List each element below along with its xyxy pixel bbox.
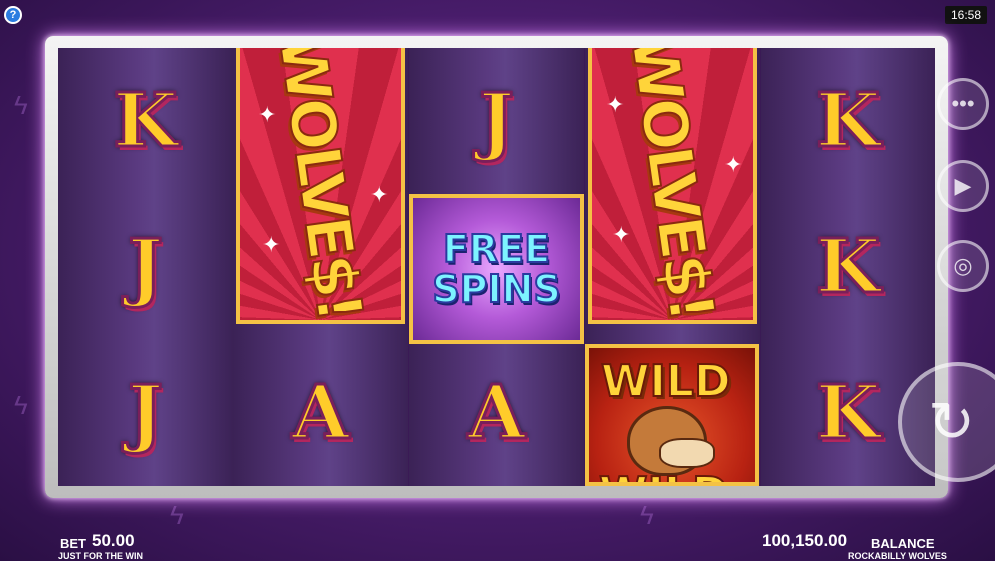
chip-icon: ◎ bbox=[953, 253, 973, 278]
symbol-j: J bbox=[477, 77, 515, 166]
symbol-cell: J bbox=[58, 194, 233, 340]
wild-text: WILD bbox=[600, 355, 731, 408]
free-text: FREE bbox=[442, 227, 551, 271]
reel-1: K J J bbox=[58, 48, 233, 486]
symbol-k: K bbox=[814, 77, 881, 166]
symbol-j: J bbox=[126, 369, 164, 458]
bet-settings-button[interactable]: ◎ bbox=[937, 240, 989, 292]
sparkle-icon: ✦ bbox=[612, 222, 631, 247]
background-lightning-icon: ϟ bbox=[14, 390, 28, 420]
sparkle-icon: ✦ bbox=[724, 152, 743, 177]
autoplay-button[interactable]: ▶ bbox=[937, 160, 989, 212]
symbol-j: J bbox=[126, 223, 164, 312]
reel-2: ✦ ✦ ✦ WOLVE$! A bbox=[233, 48, 408, 486]
symbol-cell: J bbox=[58, 340, 233, 486]
symbol-k: K bbox=[112, 77, 179, 166]
wolves-text: WOLVE$! bbox=[263, 48, 377, 323]
sparkle-icon: ✦ bbox=[262, 232, 281, 257]
balance-label: BALANCE bbox=[871, 536, 935, 551]
wolf-snout bbox=[659, 438, 715, 468]
help-button[interactable]: ? bbox=[4, 6, 22, 24]
balance-value: 100,150.00 bbox=[762, 531, 848, 550]
background-lightning-icon: ϟ bbox=[14, 90, 28, 120]
clock: 16:58 bbox=[944, 6, 987, 24]
symbol-cell: J bbox=[409, 48, 584, 194]
ellipsis-icon: ••• bbox=[951, 91, 975, 116]
symbol-cell: A bbox=[409, 340, 584, 486]
symbol-cell: K bbox=[58, 48, 233, 194]
bet-label: BET bbox=[60, 536, 86, 551]
wild-text: WILD bbox=[598, 467, 729, 482]
left-caption: JUST FOR THE WIN bbox=[58, 551, 143, 561]
symbol-cell: K bbox=[761, 48, 935, 194]
background-lightning-icon: ϟ bbox=[170, 500, 184, 530]
symbol-a: A bbox=[290, 369, 350, 458]
wolves-text: WOLVE$! bbox=[615, 48, 729, 323]
autoplay-icon: ▶ bbox=[954, 173, 972, 198]
free-spins-symbol: FREE SPINS bbox=[409, 194, 584, 344]
background-lightning-icon: ϟ bbox=[640, 500, 654, 530]
symbol-cell: K bbox=[761, 194, 935, 340]
symbol-k: K bbox=[814, 223, 881, 312]
reel-frame: K J J ✦ ✦ ✦ WOLVE$! A J FREE SPINS A ✦ ✦… bbox=[45, 36, 948, 498]
wild-symbol: WILD WILD bbox=[585, 344, 759, 486]
menu-button[interactable]: ••• bbox=[937, 78, 989, 130]
wolves-tall-symbol: ✦ ✦ ✦ WOLVE$! bbox=[236, 48, 405, 324]
symbol-cell: A bbox=[233, 340, 408, 486]
sparkle-icon: ✦ bbox=[370, 182, 389, 207]
game-title: ROCKABILLY WOLVES bbox=[848, 551, 947, 561]
sparkle-icon: ✦ bbox=[606, 92, 625, 117]
symbol-a: A bbox=[466, 369, 526, 458]
spins-text: SPINS bbox=[431, 267, 562, 311]
symbol-k: K bbox=[814, 369, 881, 458]
spin-arrow-icon: ↻ bbox=[928, 390, 975, 453]
reel-area: K J J ✦ ✦ ✦ WOLVE$! A J FREE SPINS A ✦ ✦… bbox=[58, 48, 935, 486]
reel-4: ✦ ✦ ✦ WOLVE$! WILD WILD bbox=[585, 48, 760, 486]
wolves-tall-symbol: ✦ ✦ ✦ WOLVE$! bbox=[588, 48, 757, 324]
reel-3: J FREE SPINS A bbox=[409, 48, 584, 486]
bet-value[interactable]: 50.00 bbox=[92, 531, 135, 551]
